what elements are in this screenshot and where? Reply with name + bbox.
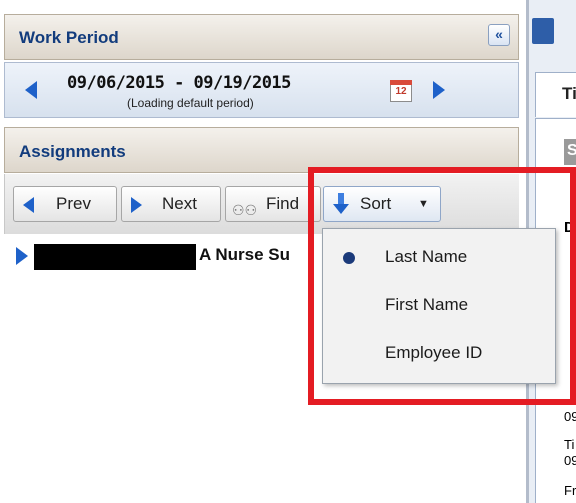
detail-text: 09 — [564, 453, 576, 468]
find-button-label: Find — [266, 194, 300, 213]
save-icon[interactable] — [532, 18, 554, 44]
sort-button-label: Sort — [360, 194, 392, 213]
sort-option-label: Employee ID — [385, 343, 483, 362]
assignments-title: Assignments — [19, 142, 126, 161]
next-button[interactable]: Next — [121, 186, 221, 222]
assignments-header: Assignments — [4, 127, 519, 173]
next-period-icon[interactable] — [433, 81, 445, 99]
selected-indicator-icon — [343, 252, 355, 264]
dropdown-caret-icon: ▼ — [418, 198, 429, 210]
redacted-name — [34, 244, 196, 270]
sort-dropdown-menu: Last Name First Name Employee ID — [322, 228, 556, 384]
detail-text: Ti — [564, 437, 575, 452]
assignments-toolbar: Prev Next ⚇⚇ Find Sort ▼ — [4, 174, 519, 234]
collapse-panel-button[interactable]: « — [488, 24, 510, 46]
prev-button-label: Prev — [56, 194, 91, 213]
sort-option-label: First Name — [385, 295, 469, 314]
sort-arrow-down-icon — [333, 193, 349, 214]
next-button-label: Next — [162, 194, 197, 213]
period-navigator: 09/06/2015 - 09/19/2015 (Loading default… — [4, 62, 519, 118]
expand-row-icon[interactable] — [16, 247, 28, 265]
detail-header-text: S — [567, 142, 576, 160]
detail-text: D — [564, 219, 575, 236]
next-arrow-icon — [131, 197, 142, 213]
period-status-text: (Loading default period) — [127, 96, 254, 110]
sort-button[interactable]: Sort ▼ — [323, 186, 441, 222]
find-button[interactable]: ⚇⚇ Find — [225, 186, 321, 222]
sort-option-label: Last Name — [385, 247, 468, 266]
binoculars-icon: ⚇⚇ — [232, 202, 258, 218]
sort-option-first-name[interactable]: First Name — [323, 283, 555, 329]
assignment-label: A Nurse Su — [199, 245, 291, 264]
work-period-title: Work Period — [19, 28, 119, 47]
period-date-range: 09/06/2015 - 09/19/2015 — [67, 73, 291, 93]
sort-option-last-name[interactable]: Last Name — [323, 235, 555, 281]
previous-period-icon[interactable] — [25, 81, 37, 99]
calendar-icon[interactable]: 12 — [390, 80, 412, 102]
prev-arrow-icon — [23, 197, 34, 213]
prev-button[interactable]: Prev — [13, 186, 117, 222]
work-period-header: Work Period « — [4, 14, 519, 60]
tab-time[interactable]: Ti — [535, 72, 576, 117]
detail-text: Fr — [564, 483, 576, 498]
tab-time-label: Ti — [562, 84, 576, 103]
detail-text: 09 — [564, 409, 576, 424]
sort-option-employee-id[interactable]: Employee ID — [323, 331, 555, 377]
